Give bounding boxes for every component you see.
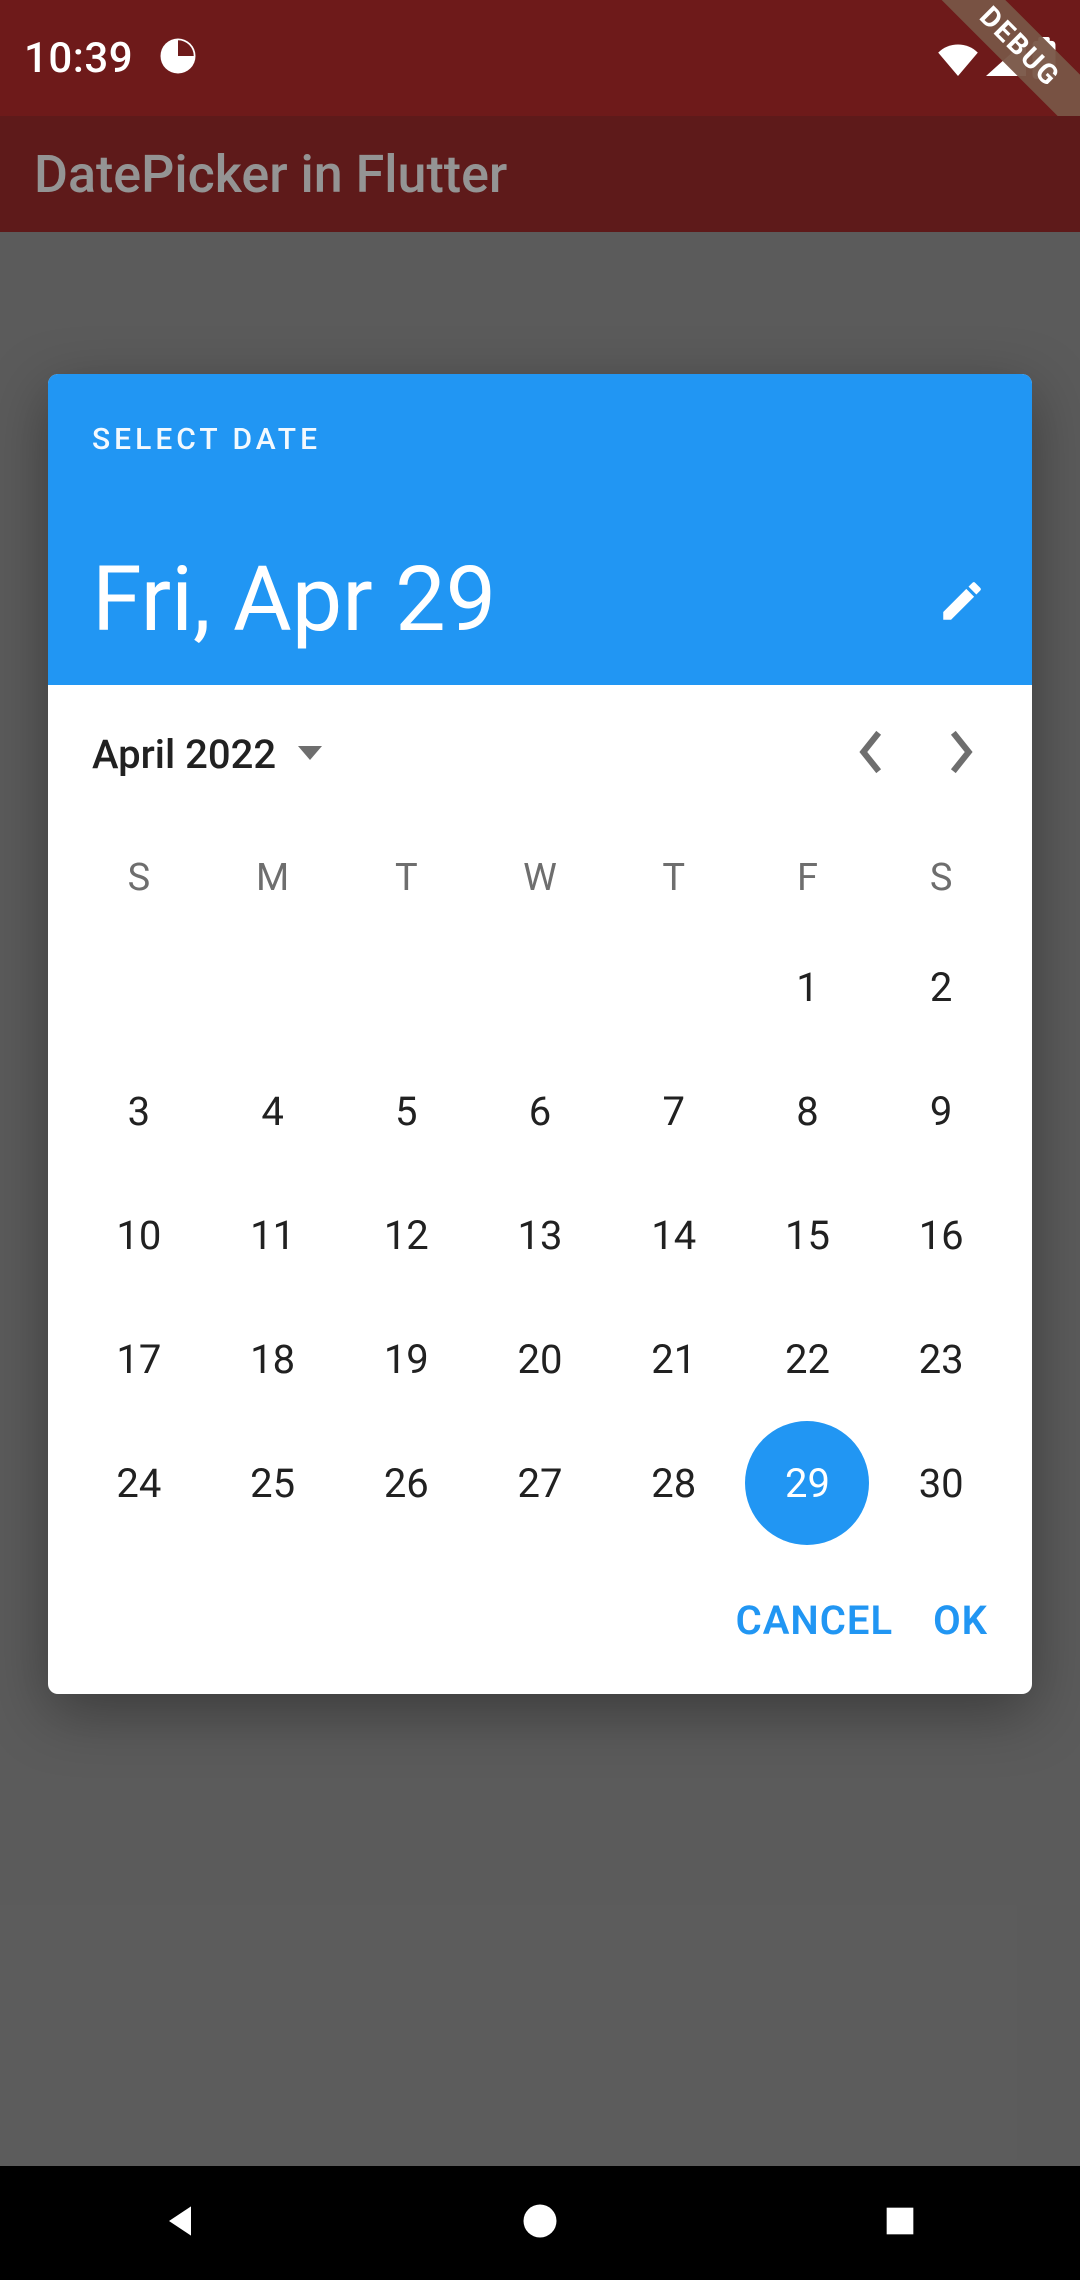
calendar-day-22[interactable]: 22 xyxy=(745,1297,869,1421)
back-button[interactable] xyxy=(150,2193,210,2253)
month-year-label: April 2022 xyxy=(92,731,276,778)
calendar-day-24[interactable]: 24 xyxy=(77,1421,201,1545)
weekday-cell: W xyxy=(473,831,607,925)
calendar-day-5[interactable]: 5 xyxy=(344,1049,468,1173)
calendar-day-19[interactable]: 19 xyxy=(344,1297,468,1421)
calendar-day-26[interactable]: 26 xyxy=(344,1421,468,1545)
calendar-day-21[interactable]: 21 xyxy=(612,1297,736,1421)
calendar-day-9[interactable]: 9 xyxy=(879,1049,1003,1173)
weekday-cell: T xyxy=(607,831,741,925)
calendar-day-28[interactable]: 28 xyxy=(612,1421,736,1545)
month-navigation-row: April 2022 xyxy=(48,685,1032,811)
calendar-day-8[interactable]: 8 xyxy=(745,1049,869,1173)
circle-home-icon xyxy=(518,2199,562,2247)
recent-apps-button[interactable] xyxy=(870,2193,930,2253)
dialog-header: SELECT DATE Fri, Apr 29 xyxy=(48,374,1032,685)
calendar-week-row: 10111213141516 xyxy=(72,1173,1008,1297)
calendar-day-30[interactable]: 30 xyxy=(879,1421,1003,1545)
dialog-actions: CANCEL OK xyxy=(48,1551,1032,1694)
date-picker-dialog: SELECT DATE Fri, Apr 29 April 2022 xyxy=(48,374,1032,1694)
calendar-week-row: 24252627282930 xyxy=(72,1421,1008,1545)
prev-month-button[interactable] xyxy=(826,709,916,799)
weekday-cell: S xyxy=(72,831,206,925)
status-left: 10:39 xyxy=(24,34,199,83)
calendar-day-25[interactable]: 25 xyxy=(211,1421,335,1545)
calendar-grid: S M T W T F S 12345678910111213141516171… xyxy=(48,811,1032,1551)
triangle-back-icon xyxy=(158,2199,202,2247)
calendar-day-empty xyxy=(211,925,335,1049)
ok-button[interactable]: OK xyxy=(933,1597,988,1644)
weekday-cell: F xyxy=(741,831,875,925)
calendar-day-15[interactable]: 15 xyxy=(745,1173,869,1297)
calendar-day-empty xyxy=(612,925,736,1049)
calendar-day-empty xyxy=(344,925,468,1049)
edit-date-input-button[interactable] xyxy=(934,575,990,631)
android-nav-bar xyxy=(0,2166,1080,2280)
calendar-day-10[interactable]: 10 xyxy=(77,1173,201,1297)
square-recent-icon xyxy=(880,2201,920,2245)
calendar-day-1[interactable]: 1 xyxy=(745,925,869,1049)
calendar-day-7[interactable]: 7 xyxy=(612,1049,736,1173)
calendar-day-2[interactable]: 2 xyxy=(879,925,1003,1049)
calendar-day-17[interactable]: 17 xyxy=(77,1297,201,1421)
calendar-day-empty xyxy=(478,925,602,1049)
calendar-week-row: 12 xyxy=(72,925,1008,1049)
calendar-day-23[interactable]: 23 xyxy=(879,1297,1003,1421)
calendar-week-row: 17181920212223 xyxy=(72,1297,1008,1421)
calendar-week-row: 3456789 xyxy=(72,1049,1008,1173)
screen-rotation-icon xyxy=(157,35,199,81)
status-time: 10:39 xyxy=(24,34,133,83)
pencil-icon xyxy=(937,576,987,630)
selected-date-display: Fri, Apr 29 xyxy=(92,555,988,645)
calendar-day-27[interactable]: 27 xyxy=(478,1421,602,1545)
calendar-day-empty xyxy=(77,925,201,1049)
calendar-day-16[interactable]: 16 xyxy=(879,1173,1003,1297)
weekday-cell: M xyxy=(206,831,340,925)
weekday-row: S M T W T F S xyxy=(72,831,1008,925)
home-button[interactable] xyxy=(510,2193,570,2253)
calendar-day-20[interactable]: 20 xyxy=(478,1297,602,1421)
calendar-day-3[interactable]: 3 xyxy=(77,1049,201,1173)
weekday-cell: S xyxy=(874,831,1008,925)
calendar-day-13[interactable]: 13 xyxy=(478,1173,602,1297)
cancel-button[interactable]: CANCEL xyxy=(736,1597,893,1644)
calendar-day-12[interactable]: 12 xyxy=(344,1173,468,1297)
calendar-day-14[interactable]: 14 xyxy=(612,1173,736,1297)
dialog-header-label: SELECT DATE xyxy=(92,422,988,457)
next-month-button[interactable] xyxy=(916,709,1006,799)
calendar-day-4[interactable]: 4 xyxy=(211,1049,335,1173)
chevron-right-icon xyxy=(945,729,977,779)
weekday-cell: T xyxy=(339,831,473,925)
calendar-day-18[interactable]: 18 xyxy=(211,1297,335,1421)
wifi-icon xyxy=(936,40,980,76)
calendar-day-11[interactable]: 11 xyxy=(211,1173,335,1297)
calendar-day-29[interactable]: 29 xyxy=(745,1421,869,1545)
dropdown-arrow-icon xyxy=(296,744,324,764)
chevron-left-icon xyxy=(855,729,887,779)
status-bar: 10:39 xyxy=(0,0,1080,116)
calendar-day-6[interactable]: 6 xyxy=(478,1049,602,1173)
month-year-dropdown[interactable]: April 2022 xyxy=(92,731,324,778)
